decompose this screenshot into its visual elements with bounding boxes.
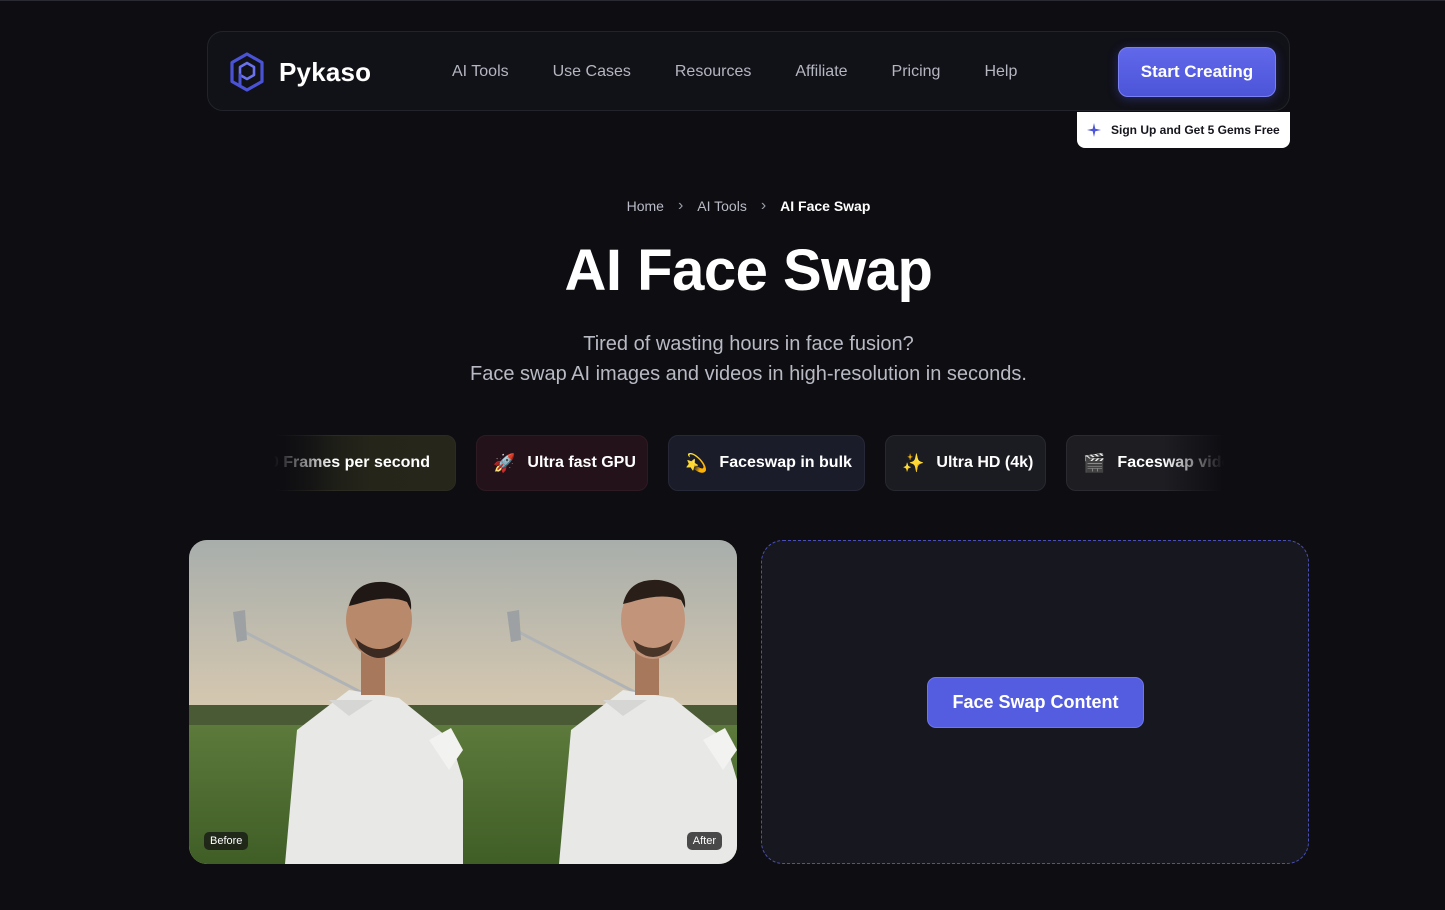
- nav-link-pricing[interactable]: Pricing: [892, 63, 941, 81]
- nav-links: AI Tools Use Cases Resources Affiliate P…: [452, 32, 1061, 112]
- feature-label: 60 Frames per second: [274, 454, 430, 471]
- feature-label: Faceswap videos: [1117, 454, 1224, 471]
- breadcrumb-home[interactable]: Home: [627, 198, 664, 214]
- signup-promo-banner[interactable]: Sign Up and Get 5 Gems Free: [1077, 112, 1290, 148]
- golfer-after-illustration: [463, 540, 737, 864]
- chevron-right-icon: ›: [677, 197, 684, 214]
- after-label: After: [686, 832, 722, 850]
- sparkle-icon: [1087, 123, 1101, 137]
- nav-link-affiliate[interactable]: Affiliate: [795, 63, 847, 81]
- feature-label: Ultra fast GPU: [527, 454, 636, 471]
- before-after-comparison[interactable]: Before After: [189, 540, 737, 864]
- rocket-icon: 🚀: [493, 452, 516, 473]
- golfer-before-illustration: [189, 540, 463, 864]
- feature-pill-fps: 60 Frames per second: [274, 435, 456, 491]
- after-image: [463, 540, 737, 864]
- face-swap-content-button[interactable]: Face Swap Content: [927, 677, 1144, 728]
- pykaso-logo-icon: [230, 52, 264, 92]
- feature-pill-gpu: 🚀 Ultra fast GPU: [476, 435, 648, 491]
- start-creating-button[interactable]: Start Creating: [1118, 47, 1276, 97]
- subtitle-line-2: Face swap AI images and videos in high-r…: [470, 363, 1027, 385]
- nav-link-help[interactable]: Help: [984, 63, 1017, 81]
- sparkles-icon: ✨: [902, 452, 925, 473]
- brand-name: Pykaso: [279, 56, 372, 87]
- nav-link-ai-tools[interactable]: AI Tools: [452, 63, 509, 81]
- feature-label: Faceswap in bulk: [719, 454, 852, 471]
- feature-pill-uhd: ✨ Ultra HD (4k): [885, 435, 1046, 491]
- breadcrumb-ai-tools[interactable]: AI Tools: [697, 198, 747, 214]
- page-subtitle: Tired of wasting hours in face fusion? F…: [0, 329, 1445, 389]
- before-image: [189, 540, 463, 864]
- brand-logo[interactable]: Pykaso: [227, 51, 371, 93]
- face-swap-dropzone[interactable]: Face Swap Content: [761, 540, 1309, 864]
- breadcrumb-current: AI Face Swap: [780, 198, 871, 214]
- breadcrumb: Home › AI Tools › AI Face Swap: [0, 195, 1445, 217]
- chevron-right-icon: ›: [760, 197, 767, 214]
- subtitle-line-1: Tired of wasting hours in face fusion?: [583, 333, 914, 355]
- top-navbar: Pykaso AI Tools Use Cases Resources Affi…: [207, 31, 1290, 111]
- promo-text: Sign Up and Get 5 Gems Free: [1111, 123, 1280, 137]
- feature-pill-bulk: 💫 Faceswap in bulk: [668, 435, 865, 491]
- dizzy-star-icon: 💫: [685, 452, 708, 473]
- nav-link-resources[interactable]: Resources: [675, 63, 751, 81]
- nav-link-use-cases[interactable]: Use Cases: [553, 63, 631, 81]
- before-label: Before: [204, 832, 249, 850]
- feature-label: Ultra HD (4k): [936, 454, 1034, 471]
- feature-pill-video: 🎬 Faceswap videos: [1066, 435, 1224, 491]
- page-title: AI Face Swap: [564, 238, 933, 303]
- clapper-board-icon: 🎬: [1083, 452, 1106, 473]
- feature-carousel: 60 Frames per second 🚀 Ultra fast GPU 💫 …: [274, 435, 1224, 493]
